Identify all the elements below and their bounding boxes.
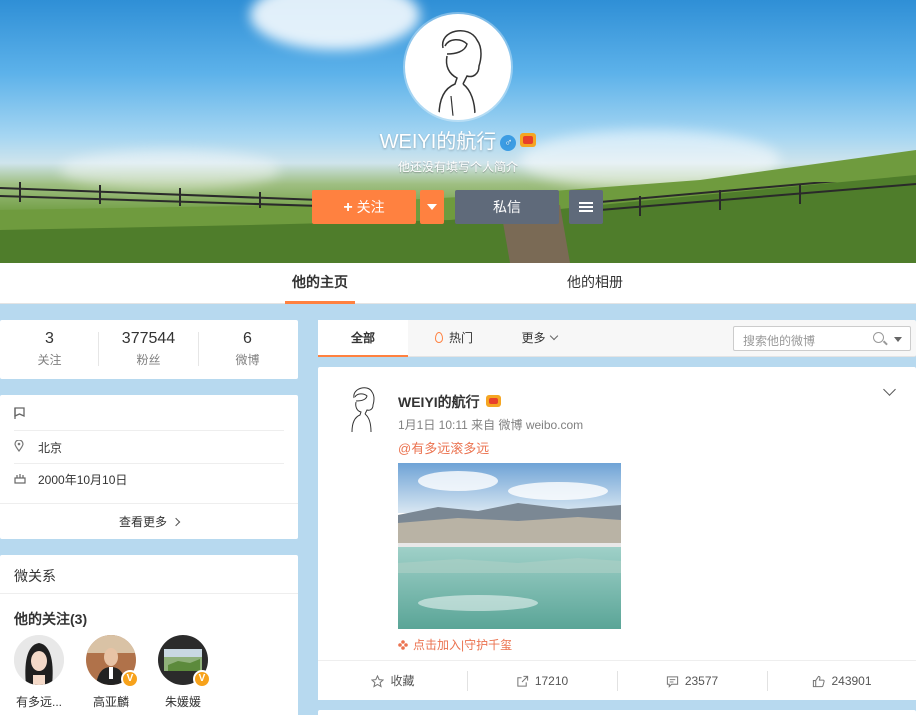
filter-tab-all[interactable]: 全部 — [318, 320, 408, 357]
profile-bio: 他还没有填写个人简介 — [397, 160, 518, 174]
info-card: 北京 2000年10月10日 查看更多 — [0, 395, 298, 539]
stat-number: 6 — [243, 330, 252, 347]
gender-male-icon: ♂ — [500, 135, 517, 151]
post-action-bar: 收藏 17210 23577 243901 — [318, 660, 916, 700]
repost-icon — [517, 675, 528, 687]
info-row-birthday: 2000年10月10日 — [14, 464, 284, 496]
divider — [0, 593, 298, 594]
profile-name[interactable]: WEIYI的航行 — [380, 131, 497, 153]
post-author-line: WEIYI的航行 — [398, 392, 501, 412]
birthday-text: 2000年10月10日 — [38, 473, 128, 487]
stat-following[interactable]: 3 关注 — [0, 330, 99, 368]
tab-home[interactable]: 他的主页 — [285, 263, 355, 304]
info-row-level — [14, 399, 284, 431]
avatar: V — [86, 635, 139, 688]
friend-name: 有多远... — [15, 695, 62, 709]
stats-card: 3 关注 377544 粉丝 6 微博 — [0, 320, 298, 379]
post-sub-link-label: 点击加入|守护千玺 — [413, 638, 513, 652]
post-author[interactable]: WEIYI的航行 — [398, 394, 480, 410]
post-meta[interactable]: 1月1日 10:11 来自 微博 weibo.com — [398, 416, 583, 433]
favorite-label: 收藏 — [390, 674, 415, 688]
like-icon — [813, 675, 826, 688]
follow-button[interactable]: + 关注 — [312, 190, 416, 224]
repost-button[interactable]: 17210 — [467, 661, 617, 701]
crown-icon[interactable] — [485, 395, 501, 407]
flower-icon — [398, 640, 408, 650]
friend-name: 朱媛媛 — [164, 695, 201, 709]
chevron-down-icon[interactable] — [883, 383, 896, 396]
feed-filter-bar: 全部 热门 更多 搜索他的微博 — [318, 320, 916, 357]
flag-icon — [14, 400, 26, 432]
chevron-down-icon — [549, 331, 558, 341]
chevron-right-icon — [171, 517, 181, 527]
like-count: 243901 — [831, 674, 872, 688]
friend-name: 高亚麟 — [92, 695, 129, 709]
stat-label: 关注 — [37, 353, 62, 367]
stat-label: 微博 — [235, 353, 260, 367]
filter-tab-more[interactable]: 更多 — [514, 320, 564, 357]
search-placeholder: 搜索他的微博 — [743, 334, 816, 348]
info-row-location: 北京 — [14, 432, 284, 464]
stat-number: 377544 — [121, 330, 176, 347]
post-avatar[interactable] — [346, 384, 380, 434]
chevron-down-icon — [427, 204, 437, 210]
post-sub-link[interactable]: 点击加入|守护千玺 — [398, 636, 512, 653]
next-post-card — [318, 710, 916, 715]
cake-icon — [14, 465, 26, 497]
stat-weibo[interactable]: 6 微博 — [198, 330, 297, 368]
verified-badge-icon: V — [193, 670, 211, 688]
plus-icon: + — [343, 199, 353, 216]
crown-icon[interactable] — [520, 133, 537, 147]
comment-count: 23577 — [684, 674, 719, 688]
stat-fans[interactable]: 377544 粉丝 — [99, 330, 198, 368]
search-input[interactable]: 搜索他的微博 — [733, 326, 911, 351]
post-image[interactable] — [398, 463, 621, 629]
tab-album[interactable]: 他的相册 — [558, 263, 632, 304]
comment-button[interactable]: 23577 — [617, 661, 767, 701]
favorite-button[interactable]: 收藏 — [318, 661, 468, 701]
chevron-down-icon[interactable] — [894, 337, 902, 342]
repost-count: 17210 — [534, 674, 569, 688]
stat-number: 3 — [45, 330, 54, 347]
avatar: V — [158, 635, 211, 688]
filter-more-label: 更多 — [521, 331, 546, 345]
friend-item[interactable]: V 朱媛媛 — [147, 635, 219, 710]
filter-hot-label: 热门 — [448, 331, 473, 345]
filter-tab-hot[interactable]: 热门 — [424, 320, 484, 357]
follow-options-button[interactable] — [420, 190, 444, 224]
post-text[interactable]: @有多远滚多远 — [398, 438, 489, 457]
stat-label: 粉丝 — [136, 353, 161, 367]
search-icon[interactable] — [873, 332, 884, 343]
feed-post: WEIYI的航行 1月1日 10:11 来自 微博 weibo.com @有多远… — [318, 367, 916, 700]
friend-item[interactable]: 有多远... — [3, 635, 75, 710]
menu-icon — [579, 206, 593, 208]
follow-label: 关注 — [356, 199, 385, 215]
following-title[interactable]: 他的关注(3) — [14, 609, 87, 629]
relations-card: 微关系 他的关注(3) 有多远... V 高亚麟 V 朱媛媛 — [0, 555, 298, 715]
like-button[interactable]: 243901 — [767, 661, 916, 701]
profile-avatar[interactable] — [405, 14, 511, 120]
profile-tabs: 他的主页 他的相册 — [0, 263, 916, 304]
verified-badge-icon: V — [121, 670, 139, 688]
location-icon — [14, 433, 26, 465]
comment-icon — [666, 676, 678, 688]
cloud — [250, 0, 420, 50]
more-menu-button[interactable] — [569, 190, 603, 224]
message-button[interactable]: 私信 — [455, 190, 559, 224]
friend-item[interactable]: V 高亚麟 — [75, 635, 147, 710]
view-more-link[interactable]: 查看更多 — [0, 503, 298, 539]
flame-icon — [434, 332, 443, 343]
star-icon — [371, 674, 385, 688]
avatar-line-drawing — [438, 30, 482, 116]
profile-name-line: WEIYI的航行 ♂ — [0, 125, 916, 154]
location-text: 北京 — [38, 441, 63, 455]
relations-title: 微关系 — [14, 568, 56, 584]
view-more-label: 查看更多 — [118, 515, 167, 529]
avatar — [14, 635, 64, 685]
